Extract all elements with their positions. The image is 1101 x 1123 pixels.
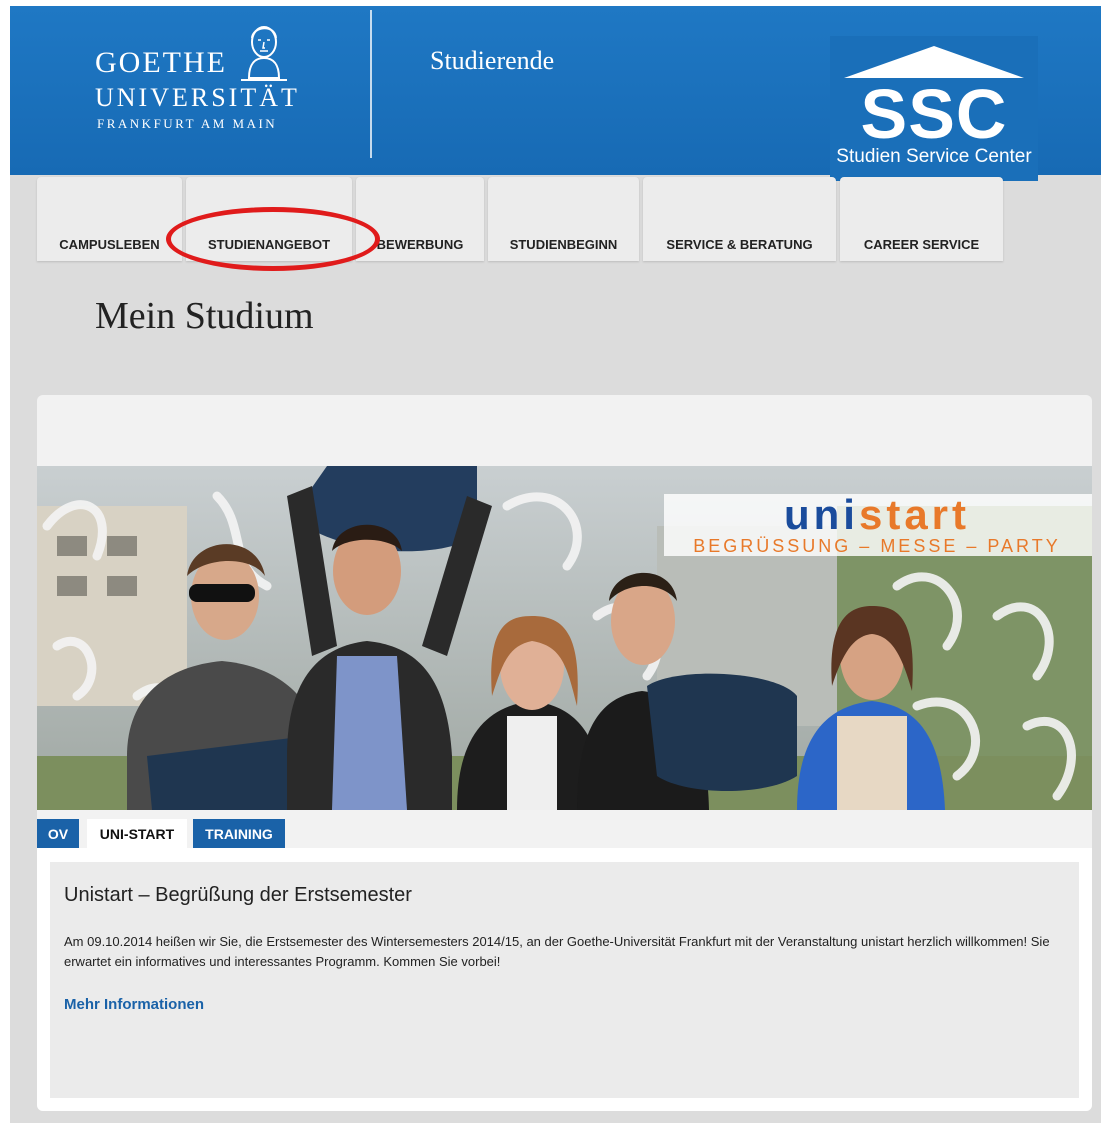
header-divider	[370, 10, 372, 158]
tab-panel: Unistart – Begrüßung der Erstsemester Am…	[37, 848, 1092, 1111]
logo-line-universitaet: UNIVERSITÄT	[95, 83, 300, 112]
unistart-tagline: BEGRÜSSUNG – MESSE – PARTY	[693, 536, 1060, 556]
teaser-box: unistart BEGRÜSSUNG – MESSE – PARTY OV U…	[37, 395, 1092, 1111]
panel-text: Am 09.10.2014 heißen wir Sie, die Erstse…	[64, 934, 1050, 969]
panel-title: Unistart – Begrüßung der Erstsemester	[64, 884, 412, 906]
nav-item-service-beratung[interactable]: SERVICE & BERATUNG	[643, 177, 836, 261]
unistart-logo-part2: start	[859, 491, 970, 538]
ssc-logo-subtitle: Studien Service Center	[836, 146, 1032, 167]
nav-item-label: CAMPUSLEBEN	[59, 237, 160, 252]
tab-uni-start[interactable]: UNI-START	[87, 819, 187, 849]
logo-line-frankfurt: FRANKFURT AM MAIN	[97, 116, 278, 131]
tab-panel-content: Unistart – Begrüßung der Erstsemester Am…	[50, 862, 1079, 1098]
page-title: Mein Studium	[95, 295, 314, 337]
unistart-banner-image[interactable]: unistart BEGRÜSSUNG – MESSE – PARTY	[37, 466, 1092, 810]
ssc-logo[interactable]: SSC Studien Service Center	[830, 36, 1038, 181]
page: GOETHE UNIVERSITÄT FRANKFURT AM MAIN Stu…	[10, 6, 1101, 1123]
unistart-logo-text: unistart	[784, 491, 970, 538]
nav-item-campusleben[interactable]: CAMPUSLEBEN	[37, 177, 182, 261]
nav-item-bewerbung[interactable]: BEWERBUNG	[356, 177, 484, 261]
nav-item-label: STUDIENANGEBOT	[207, 237, 331, 252]
nav-item-label: BEWERBUNG	[376, 237, 464, 252]
unistart-logo-part1: uni	[784, 491, 859, 538]
tab-training[interactable]: TRAINING	[193, 819, 285, 849]
nav-item-label: SERVICE & BERATUNG	[666, 237, 813, 252]
logo-line-goethe: GOETHE	[95, 46, 227, 79]
site-header: GOETHE UNIVERSITÄT FRANKFURT AM MAIN Stu…	[10, 6, 1101, 181]
nav-item-studienbeginn[interactable]: STUDIENBEGINN	[488, 177, 639, 261]
goethe-portrait-icon	[241, 26, 287, 81]
more-info-link[interactable]: Mehr Informationen	[64, 996, 204, 1013]
section-title: Studierende	[430, 46, 555, 75]
ssc-logo-text: SSC	[860, 75, 1008, 153]
nav-item-studienangebot[interactable]: STUDIENANGEBOT	[186, 177, 352, 261]
nav-item-label: CAREER SERVICE	[863, 237, 980, 252]
nav-item-label: STUDIENBEGINN	[509, 237, 618, 252]
tab-ov[interactable]: OV	[37, 819, 79, 849]
nav-item-career-service[interactable]: CAREER SERVICE	[840, 177, 1003, 261]
